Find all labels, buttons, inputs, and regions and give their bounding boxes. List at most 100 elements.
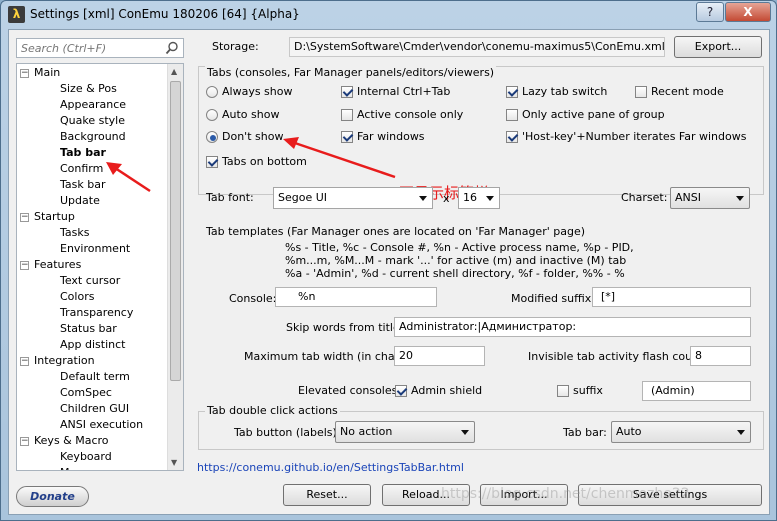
tree-item-label: Size & Pos	[60, 82, 117, 95]
tree-item[interactable]: Task bar	[60, 177, 105, 193]
tree-item-label: Keyboard	[60, 450, 112, 463]
tree-item[interactable]: Environment	[60, 241, 130, 257]
search-icon[interactable]	[165, 41, 179, 55]
tree-item[interactable]: Default term	[60, 369, 130, 385]
tree-scroll-thumb[interactable]	[170, 81, 181, 381]
tree-item[interactable]: Background	[60, 129, 126, 145]
help-link[interactable]: https://conemu.github.io/en/SettingsTabB…	[197, 461, 464, 474]
tree-item[interactable]: ComSpec	[60, 385, 112, 401]
tree-annotation-arrow-icon	[106, 162, 151, 193]
search-input[interactable]	[17, 39, 157, 57]
lazy-tab-switch-checkbox[interactable]: Lazy tab switch	[506, 85, 607, 101]
tree-item[interactable]: − Integration	[20, 353, 95, 369]
font-x-label: x	[443, 192, 450, 205]
admin-suffix-input[interactable]: (Admin)	[642, 381, 751, 401]
tree-item-label: Tab bar	[60, 146, 106, 159]
tree-item-label: Mouse	[60, 466, 96, 470]
checkbox-empty-icon	[341, 109, 353, 121]
tree-item-label: Appearance	[60, 98, 127, 111]
watermark-text: https://blog.csdn.net/chenmozhe22	[441, 486, 690, 502]
suffix-checkbox[interactable]: suffix	[557, 384, 603, 400]
tree-item[interactable]: App distinct	[60, 337, 125, 353]
tree-item[interactable]: Status bar	[60, 321, 117, 337]
tree-item-label: Tasks	[60, 226, 90, 239]
export-button[interactable]: Export...	[674, 36, 762, 58]
tree-item[interactable]: − Main	[20, 65, 60, 81]
tree-scrollbar[interactable]: ▲ ▼	[167, 64, 183, 470]
tree-item-label: Features	[34, 258, 82, 271]
tab-font-label: Tab font:	[206, 191, 254, 204]
tree-item-label: Integration	[34, 354, 95, 367]
tree-item-label: Keys & Macro	[34, 434, 109, 447]
checkbox-empty-icon	[635, 86, 647, 98]
tab-bar-action-combo[interactable]: Auto	[611, 421, 751, 443]
tree-item[interactable]: Text cursor	[60, 273, 120, 289]
only-active-pane-checkbox[interactable]: Only active pane of group	[506, 108, 665, 124]
tree-item[interactable]: − Keys & Macro	[20, 433, 109, 449]
tab-bar-label: Tab bar:	[563, 426, 607, 439]
always-show-radio[interactable]: Always show	[206, 85, 293, 101]
tree-item[interactable]: Tasks	[60, 225, 89, 241]
tree-item[interactable]: Size & Pos	[60, 81, 117, 97]
conemu-app-icon: λ	[8, 6, 25, 23]
tree-item-label: Environment	[60, 242, 131, 255]
recent-mode-checkbox[interactable]: Recent mode	[635, 85, 724, 101]
tab-font-size-combo[interactable]: 16	[458, 187, 500, 209]
template-help-line: %m...m, %M...M - mark '...' for active (…	[285, 254, 627, 267]
donate-button[interactable]: Donate	[16, 486, 89, 507]
tree-item[interactable]: Mouse	[60, 465, 96, 470]
chevron-down-icon	[461, 430, 469, 435]
chevron-down-icon	[737, 430, 745, 435]
radio-empty-icon	[206, 109, 218, 121]
tree-item[interactable]: − Features	[20, 257, 81, 273]
tree-item[interactable]: − Startup	[20, 209, 75, 225]
chevron-down-icon	[486, 196, 494, 201]
help-button[interactable]: ?	[696, 2, 724, 22]
tree-item[interactable]: Confirm	[60, 161, 103, 177]
tab-button-action-combo[interactable]: No action	[335, 421, 475, 443]
tree-item[interactable]: Tab bar	[60, 145, 106, 161]
close-button[interactable]: X	[725, 2, 771, 22]
collapse-icon[interactable]: −	[20, 212, 29, 222]
tree-item[interactable]: Transparency	[60, 305, 133, 321]
tree-item[interactable]: Keyboard	[60, 449, 112, 465]
max-tab-width-label: Maximum tab width (in chars):	[244, 350, 413, 363]
tree-item[interactable]: Colors	[60, 289, 94, 305]
dont-show-radio[interactable]: Don't show	[206, 130, 283, 146]
auto-show-radio[interactable]: Auto show	[206, 108, 279, 124]
internal-ctrl-tab-checkbox[interactable]: Internal Ctrl+Tab	[341, 85, 450, 101]
tree-item[interactable]: Update	[60, 193, 100, 209]
scroll-up-icon[interactable]: ▲	[171, 67, 177, 76]
tree-item-label: Quake style	[60, 114, 125, 127]
tab-templates-title: Tab templates (Far Manager ones are loca…	[206, 225, 586, 238]
tree-item[interactable]: Appearance	[60, 97, 126, 113]
tree-item[interactable]: ANSI execution	[60, 417, 143, 433]
skip-words-input[interactable]: Administrator:|Администратор:	[394, 317, 751, 337]
tree-item-label: App distinct	[60, 338, 126, 351]
reset-button[interactable]: Reset...	[283, 484, 371, 506]
admin-shield-checkbox[interactable]: Admin shield	[395, 384, 482, 400]
collapse-icon[interactable]: −	[20, 260, 29, 270]
flash-count-input[interactable]: 8	[690, 346, 751, 366]
host-key-number-checkbox[interactable]: 'Host-key'+Number iterates Far windows	[506, 130, 746, 146]
charset-combo[interactable]: ANSI	[670, 187, 750, 209]
collapse-icon[interactable]: −	[20, 356, 29, 366]
elevated-consoles-label: Elevated consoles:	[298, 384, 402, 397]
max-tab-width-input[interactable]: 20	[394, 346, 485, 366]
modified-suffix-input[interactable]: [*]	[592, 287, 751, 307]
console-template-input[interactable]: %n	[275, 287, 437, 307]
checkbox-checked-icon	[506, 86, 518, 98]
title-bar[interactable]: λ Settings [xml] ConEmu 180206 [64] {Alp…	[1, 1, 776, 28]
storage-path-field[interactable]: D:\SystemSoftware\Cmder\vendor\conemu-ma…	[289, 37, 665, 57]
scroll-down-icon[interactable]: ▼	[171, 458, 177, 467]
tab-button-label: Tab button (labels):	[234, 426, 341, 439]
settings-tree[interactable]: ▲ ▼ − Main Size & Pos Appearance Quake style…	[16, 63, 184, 471]
active-console-only-checkbox[interactable]: Active console only	[341, 108, 463, 124]
tree-item-label: Transparency	[60, 306, 134, 319]
collapse-icon[interactable]: −	[20, 68, 29, 78]
tree-item[interactable]: Quake style	[60, 113, 125, 129]
tree-item[interactable]: Children GUI	[60, 401, 129, 417]
tab-font-combo[interactable]: Segoe UI	[273, 187, 433, 209]
collapse-icon[interactable]: −	[20, 436, 29, 446]
radio-selected-icon	[206, 131, 218, 143]
